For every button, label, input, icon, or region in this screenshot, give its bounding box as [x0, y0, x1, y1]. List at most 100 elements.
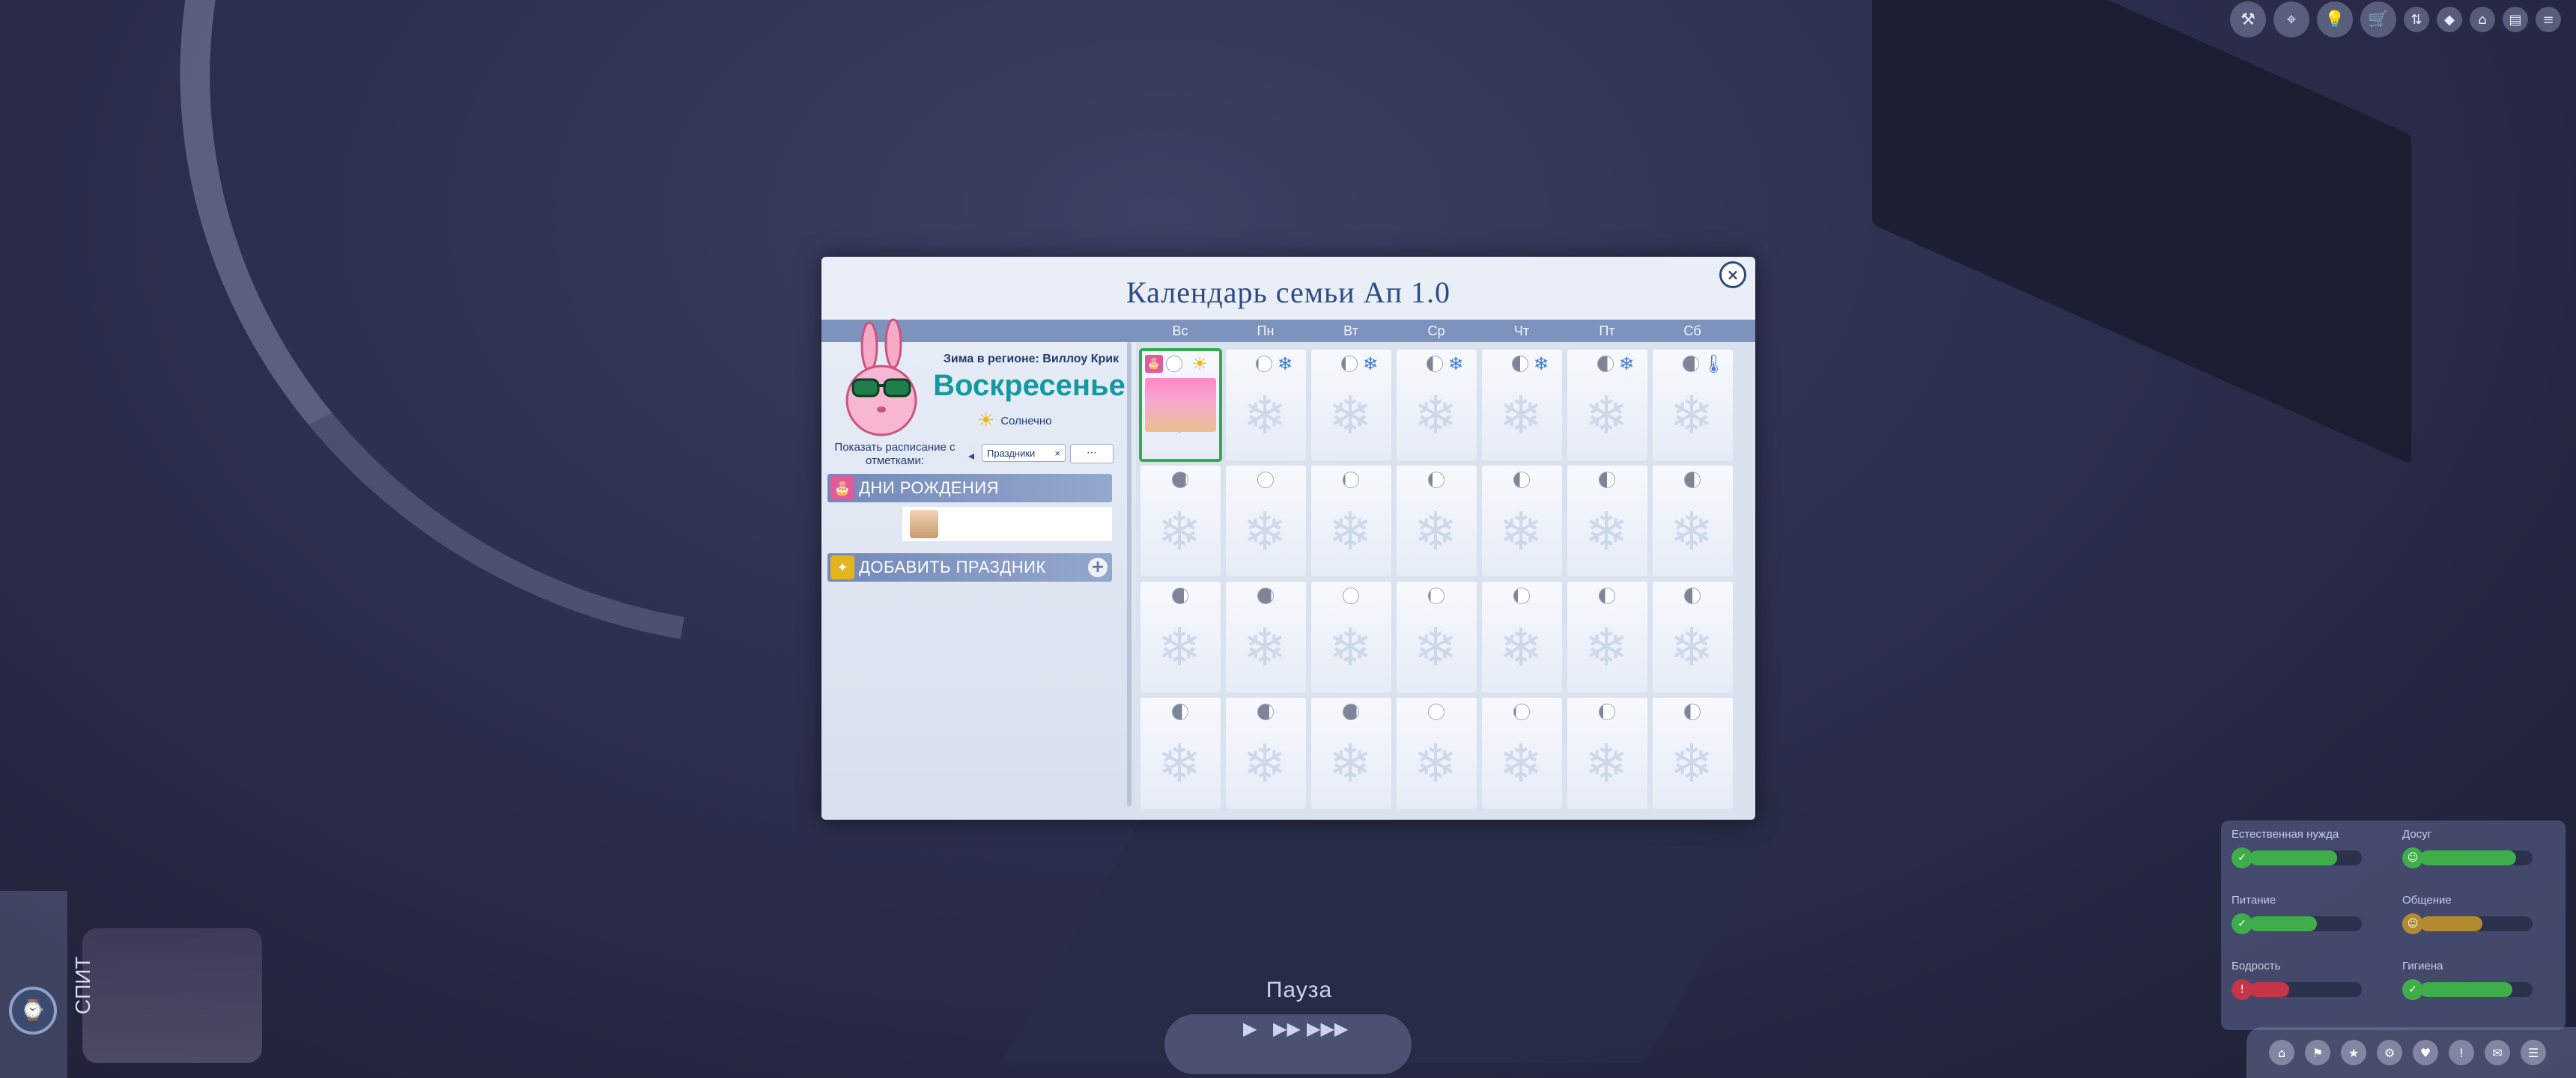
skills-icon[interactable]: ⚙ — [2377, 1040, 2402, 1065]
play-button[interactable]: ▶ — [1243, 1018, 1257, 1039]
fast-forward-button[interactable]: ▶▶ — [1273, 1018, 1301, 1039]
sim-status-text: СПИТ — [71, 956, 94, 1014]
need-status-icon: ☺ — [2402, 913, 2423, 934]
lightbulb-icon[interactable]: 💡 — [2317, 1, 2353, 37]
need-meter: Досуг ☺ — [2402, 828, 2552, 873]
calendar-day[interactable]: ❄ — [1311, 582, 1391, 692]
calendar-day[interactable]: ❄ — [1226, 582, 1306, 692]
snowflake-pattern-icon: ❄ — [1242, 733, 1287, 794]
need-bar — [2420, 916, 2533, 931]
calendar-day[interactable]: ❄ — [1482, 698, 1562, 808]
need-bar — [2250, 916, 2362, 931]
moon-phase-icon — [1512, 356, 1528, 372]
family-calendar-dialog: Календарь семьи Ап 1.0 × Вс Пн Вт Ср Чт … — [821, 257, 1755, 820]
camera-icon[interactable]: ⇅ — [2404, 7, 2429, 32]
filter-more-button[interactable]: ⋯ — [1070, 444, 1114, 463]
calendar-day[interactable]: ❄ ❄ — [1567, 350, 1647, 460]
needs-icon[interactable]: ! — [2449, 1040, 2474, 1065]
build-mode-icon[interactable]: ⚒ — [2230, 1, 2266, 37]
calendar-day[interactable]: ❄ ❄ — [1311, 350, 1391, 460]
career-icon[interactable]: ⚑ — [2305, 1040, 2330, 1065]
day-header-mon: Пн — [1257, 323, 1275, 338]
aspiration-icon[interactable]: ★ — [2341, 1040, 2366, 1065]
moon-phase-icon — [1513, 472, 1530, 488]
calendar-day[interactable]: ❄ — [1140, 466, 1221, 576]
calendar-day[interactable]: ❄ — [1567, 582, 1647, 692]
need-label: Естественная нужда — [2232, 828, 2339, 841]
calendar-day[interactable]: ❄ — [1653, 698, 1733, 808]
snowflake-pattern-icon: ❄ — [1498, 733, 1543, 794]
calendar-day[interactable]: ❄ — [1311, 466, 1391, 576]
birthdays-section[interactable]: 🎂 ДНИ РОЖДЕНИЯ — [827, 474, 1112, 502]
calendar-day[interactable]: ❄ — [1482, 582, 1562, 692]
birthday-list-item[interactable] — [902, 507, 1112, 541]
floor-icon[interactable]: ▤ — [2503, 7, 2528, 32]
filter-clear-icon[interactable]: × — [1054, 448, 1060, 459]
filter-arrow-icon[interactable]: ◂ — [968, 448, 974, 463]
calendar-day[interactable]: ❄ 🌡 — [1653, 350, 1733, 460]
calendar-day[interactable]: ❄ — [1311, 698, 1391, 808]
calendar-day[interactable]: ❄ — [1226, 466, 1306, 576]
need-status-icon: ✓ — [2232, 847, 2253, 868]
moon-phase-icon — [1599, 704, 1615, 720]
calendar-day[interactable]: ❄ — [1397, 466, 1477, 576]
buy-mode-icon[interactable]: 🛒 — [2360, 1, 2396, 37]
need-label: Досуг — [2402, 828, 2432, 841]
world-map-icon[interactable]: ⌖ — [2273, 1, 2309, 37]
need-meter: Бодрость! — [2232, 960, 2381, 1005]
moon-phase-icon — [1172, 704, 1188, 720]
moon-phase-icon — [1256, 356, 1272, 372]
menu-icon[interactable]: ≡ — [2536, 7, 2561, 32]
moon-phase-icon — [1684, 472, 1701, 488]
sim-portrait-hud[interactable] — [82, 928, 262, 1063]
schedule-filter-label: Показать расписание с отметками: — [834, 441, 956, 467]
calendar-day[interactable]: ❄ — [1397, 698, 1477, 808]
need-status-icon: ! — [2232, 979, 2253, 1000]
moon-phase-icon — [1343, 588, 1359, 604]
weather-label: Солнечно — [1000, 414, 1052, 427]
lot-icon[interactable]: ◆ — [2437, 7, 2462, 32]
calendar-day-today[interactable]: ❄☀🎂 — [1139, 348, 1222, 462]
close-button[interactable]: × — [1719, 261, 1746, 288]
region-season-label: Зима в регионе: Виллоу Крик — [943, 353, 1120, 365]
calendar-day[interactable]: ❄ ❄ — [1397, 350, 1477, 460]
calendar-day[interactable]: ❄ — [1140, 698, 1221, 808]
snowflake-pattern-icon: ❄ — [1157, 733, 1202, 794]
moon-phase-icon — [1428, 472, 1445, 488]
clock-icon[interactable]: ⌚ — [9, 987, 57, 1035]
snowflake-pattern-icon: ❄ — [1584, 385, 1629, 446]
home-icon[interactable]: ⌂ — [2470, 7, 2495, 32]
calendar-day[interactable]: ❄ ❄ — [1226, 350, 1306, 460]
ultra-speed-button[interactable]: ▶▶▶ — [1307, 1018, 1348, 1039]
sim-panel-left — [0, 891, 67, 1078]
add-icon[interactable]: + — [1088, 558, 1108, 577]
sun-icon: ☀ — [1191, 353, 1208, 374]
calendar-day[interactable]: ❄ — [1653, 582, 1733, 692]
day-header-tue: Вт — [1343, 323, 1358, 338]
moon-phase-icon — [1257, 472, 1274, 488]
snowflake-pattern-icon: ❄ — [1157, 501, 1202, 562]
add-holiday-title: ДОБАВИТЬ ПРАЗДНИК — [859, 558, 1046, 576]
schedule-filter-select[interactable]: Праздники × — [982, 444, 1066, 462]
calendar-day[interactable]: ❄ — [1140, 582, 1221, 692]
calendar-day[interactable]: ❄ — [1653, 466, 1733, 576]
calendar-day[interactable]: ❄ — [1226, 698, 1306, 808]
calendar-day[interactable]: ❄ ❄ — [1482, 350, 1562, 460]
chat-icon[interactable]: ✉ — [2485, 1040, 2510, 1065]
calendar-day[interactable]: ❄ — [1567, 698, 1647, 808]
add-holiday-button[interactable]: ✦ ДОБАВИТЬ ПРАЗДНИК + — [827, 553, 1112, 582]
day-header-bar: Вс Пн Вт Ср Чт Пт Сб — [821, 320, 1755, 342]
calendar-day[interactable]: ❄ — [1482, 466, 1562, 576]
snowflake-pattern-icon: ❄ — [1328, 617, 1373, 678]
calendar-day[interactable]: ❄ — [1397, 582, 1477, 692]
left-panel-scrollbar[interactable] — [1127, 342, 1131, 806]
bunny-mascot-icon — [845, 318, 917, 436]
moon-phase-icon — [1257, 588, 1274, 604]
snowflake-pattern-icon: ❄ — [1328, 501, 1373, 562]
inventory-icon[interactable]: ⌂ — [2269, 1040, 2294, 1065]
settings-icon[interactable]: ☰ — [2521, 1040, 2546, 1065]
calendar-day[interactable]: ❄ — [1567, 466, 1647, 576]
need-bar-fill — [2420, 916, 2482, 931]
snowflake-pattern-icon: ❄ — [1669, 385, 1714, 446]
relationships-icon[interactable]: ♥ — [2413, 1040, 2438, 1065]
